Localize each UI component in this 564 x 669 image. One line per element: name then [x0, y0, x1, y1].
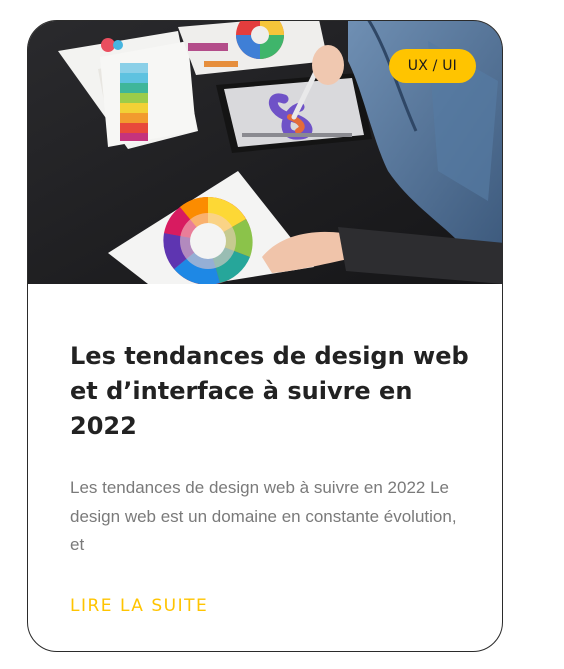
- article-title[interactable]: Les tendances de design web et d’interfa…: [70, 339, 470, 444]
- article-excerpt: Les tendances de design web à suivre en …: [70, 478, 457, 554]
- read-more-link[interactable]: LIRE LA SUITE: [70, 596, 208, 616]
- category-badge[interactable]: UX / UI: [388, 49, 476, 83]
- article-image[interactable]: UX / UI: [28, 21, 502, 284]
- article-card[interactable]: UX / UI Les tendances de design web et d…: [27, 20, 503, 652]
